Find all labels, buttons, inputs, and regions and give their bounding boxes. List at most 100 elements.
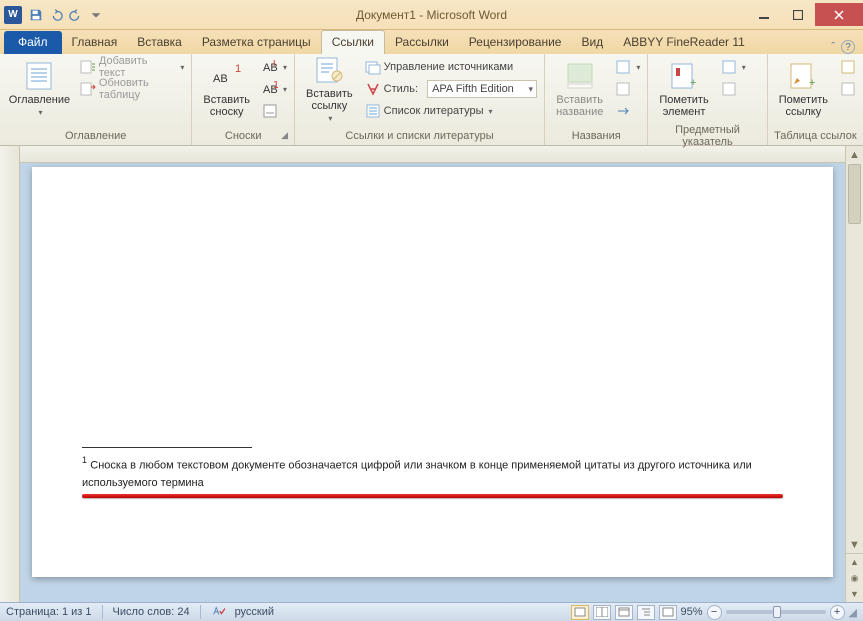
group-label-citations: Ссылки и списки литературы	[299, 128, 540, 145]
insert-caption-button[interactable]: Вставить название	[549, 56, 610, 122]
group-toa: + Пометить ссылку Таблица ссылок	[768, 54, 863, 145]
update-figures-button[interactable]	[612, 78, 643, 100]
document-canvas[interactable]: 1 Сноска в любом текстовом документе обо…	[20, 163, 845, 602]
update-table-button[interactable]: Обновить таблицу	[77, 78, 187, 100]
footnote-number: 1	[82, 455, 87, 465]
insert-endnote-button[interactable]: ABi▾	[259, 56, 290, 78]
footnote-highlight-underline	[82, 494, 783, 498]
status-spellcheck-icon[interactable]	[211, 604, 225, 621]
zoom-level[interactable]: 95%	[681, 606, 703, 618]
svg-text:i: i	[273, 59, 275, 69]
style-dropdown[interactable]: APA Fifth Edition	[427, 80, 537, 98]
maximize-button[interactable]	[781, 3, 815, 26]
status-page[interactable]: Страница: 1 из 1	[6, 606, 92, 618]
style-select[interactable]: Стиль: APA Fifth Edition	[362, 78, 540, 100]
next-footnote-button[interactable]: AB1▾	[259, 78, 290, 100]
minimize-button[interactable]	[747, 3, 781, 26]
add-text-button[interactable]: Добавить текст▾	[77, 56, 187, 78]
vertical-ruler[interactable]	[0, 146, 20, 602]
tab-page-layout[interactable]: Разметка страницы	[192, 31, 321, 54]
tab-mailings[interactable]: Рассылки	[385, 31, 459, 54]
manage-sources-button[interactable]: Управление источниками	[362, 56, 540, 78]
group-captions: Вставить название ▾ Названия	[545, 54, 648, 145]
help-icon[interactable]: ?	[841, 40, 855, 54]
svg-text:1: 1	[273, 81, 278, 91]
mark-citation-icon: +	[787, 60, 819, 92]
scroll-thumb[interactable]	[848, 164, 861, 224]
update-toa-button[interactable]	[837, 78, 859, 100]
svg-text:1: 1	[235, 63, 241, 75]
ribbon-minimize-icon[interactable]: ˆ	[831, 41, 835, 53]
mark-entry-icon: +	[668, 60, 700, 92]
group-label-toa: Таблица ссылок	[772, 128, 859, 145]
insert-index-button[interactable]: ▾	[718, 56, 749, 78]
mark-citation-button[interactable]: + Пометить ссылку	[772, 56, 835, 122]
toc-icon	[23, 60, 55, 92]
cross-reference-button[interactable]	[612, 100, 643, 122]
insert-footnote-icon: AB 1	[211, 60, 243, 92]
window-title: Документ1 - Microsoft Word	[356, 8, 507, 22]
group-label-toc: Оглавление	[4, 128, 187, 145]
insert-toa-button[interactable]	[837, 56, 859, 78]
redo-icon[interactable]	[66, 5, 86, 25]
ribbon: Оглавление▾ Добавить текст▾ Обновить таб…	[0, 54, 863, 146]
file-tab[interactable]: Файл	[4, 31, 62, 54]
zoom-slider-knob[interactable]	[773, 606, 781, 618]
view-draft-icon[interactable]	[659, 605, 677, 620]
group-index: + Пометить элемент ▾ Предметный указател…	[648, 54, 767, 145]
view-outline-icon[interactable]	[637, 605, 655, 620]
zoom-out-button[interactable]: −	[707, 605, 722, 620]
group-footnotes: AB1 Вставить сноску ABi▾ AB1▾ Сноски◢	[192, 54, 295, 145]
resize-grip-icon[interactable]: ◢	[849, 606, 857, 619]
view-print-layout-icon[interactable]	[571, 605, 589, 620]
footnotes-launcher-icon[interactable]: ◢	[281, 130, 288, 141]
tab-abbyy[interactable]: ABBYY FineReader 11	[613, 31, 755, 54]
qat-customize-icon[interactable]	[86, 5, 106, 25]
save-icon[interactable]	[26, 5, 46, 25]
page[interactable]: 1 Сноска в любом текстовом документе обо…	[32, 167, 833, 577]
tab-insert[interactable]: Вставка	[127, 31, 192, 54]
zoom-slider[interactable]	[726, 610, 826, 614]
ribbon-tabs: Файл Главная Вставка Разметка страницы С…	[0, 30, 863, 54]
svg-text:+: +	[809, 77, 815, 89]
undo-icon[interactable]	[46, 5, 66, 25]
bibliography-button[interactable]: Список литературы▾	[362, 100, 540, 122]
browse-object-icon[interactable]: ◉	[846, 570, 863, 586]
prev-page-icon[interactable]: ▲	[846, 554, 863, 570]
insert-table-figures-button[interactable]: ▾	[612, 56, 643, 78]
insert-citation-button[interactable]: Вставить ссылку▾	[299, 56, 360, 122]
tab-references[interactable]: Ссылки	[321, 30, 385, 54]
group-citations: Вставить ссылку▾ Управление источниками …	[295, 54, 545, 145]
svg-text:AB: AB	[263, 62, 278, 74]
group-label-captions: Названия	[549, 128, 643, 145]
svg-text:AB: AB	[213, 73, 228, 85]
footnote-text[interactable]: 1 Сноска в любом текстовом документе обо…	[82, 454, 783, 491]
tab-review[interactable]: Рецензирование	[459, 31, 572, 54]
show-notes-button[interactable]	[259, 100, 290, 122]
next-page-icon[interactable]: ▼	[846, 586, 863, 602]
tab-home[interactable]: Главная	[62, 31, 128, 54]
group-toc: Оглавление▾ Добавить текст▾ Обновить таб…	[0, 54, 192, 145]
group-label-index: Предметный указатель	[652, 122, 762, 151]
status-bar: Страница: 1 из 1 Число слов: 24 русский …	[0, 602, 863, 621]
scroll-up-icon[interactable]: ▲	[846, 146, 863, 163]
zoom-in-button[interactable]: +	[830, 605, 845, 620]
status-word-count[interactable]: Число слов: 24	[113, 606, 190, 618]
workspace: 1 Сноска в любом текстовом документе обо…	[0, 146, 863, 602]
mark-entry-button[interactable]: + Пометить элемент	[652, 56, 715, 122]
svg-text:+: +	[690, 77, 696, 89]
insert-caption-icon	[564, 60, 596, 92]
insert-footnote-button[interactable]: AB1 Вставить сноску	[196, 56, 257, 122]
status-language[interactable]: русский	[235, 606, 274, 618]
scroll-down-icon[interactable]: ▼	[846, 536, 863, 553]
close-button[interactable]	[815, 3, 863, 26]
vertical-scrollbar[interactable]: ▲ ▼ ▲ ◉ ▼	[845, 146, 863, 602]
insert-citation-icon	[313, 54, 345, 86]
toc-button[interactable]: Оглавление▾	[4, 56, 75, 122]
group-label-footnotes: Сноски◢	[196, 128, 290, 145]
word-app-icon: W	[4, 6, 22, 24]
view-full-screen-icon[interactable]	[593, 605, 611, 620]
update-index-button[interactable]	[718, 78, 749, 100]
tab-view[interactable]: Вид	[571, 31, 613, 54]
view-web-layout-icon[interactable]	[615, 605, 633, 620]
